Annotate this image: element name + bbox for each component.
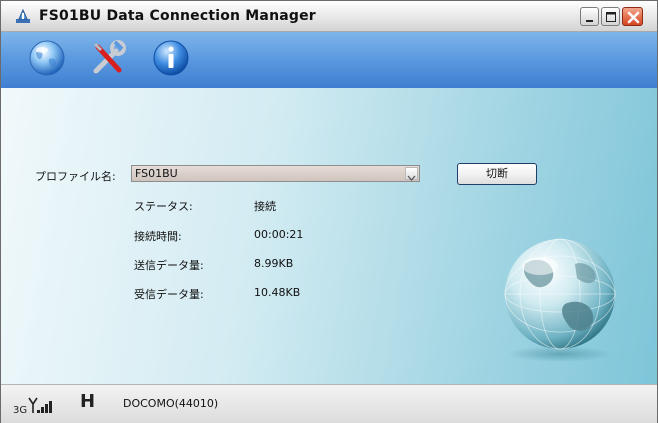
info-icon[interactable] bbox=[151, 38, 191, 78]
status-label: ステータス: bbox=[134, 200, 193, 213]
status-bar: 3G H DOCOMO(44010) bbox=[1, 384, 657, 423]
globe-icon[interactable] bbox=[27, 38, 67, 78]
received-data-value: 10.48KB bbox=[254, 286, 301, 299]
window-title: FS01BU Data Connection Manager bbox=[39, 8, 316, 24]
chevron-down-icon bbox=[407, 175, 416, 181]
carrier-name: DOCOMO(44010) bbox=[123, 397, 219, 410]
close-icon bbox=[627, 11, 640, 24]
app-window: FS01BU Data Connection Manager プロファイル名: … bbox=[0, 0, 658, 423]
profile-dropdown-value: FS01BU bbox=[135, 167, 178, 180]
signal-strength-icon: 3G bbox=[13, 397, 52, 416]
connection-time-label: 接続時間: bbox=[134, 230, 182, 243]
connection-panel: プロファイル名: FS01BU 切断 ステータス: 接続 接続時間: 00:00… bbox=[1, 88, 657, 384]
svg-text:3G: 3G bbox=[13, 405, 27, 416]
maximize-icon bbox=[606, 12, 616, 22]
disconnect-button[interactable]: 切断 bbox=[457, 163, 537, 185]
maximize-button[interactable] bbox=[601, 7, 620, 26]
title-bar[interactable]: FS01BU Data Connection Manager bbox=[1, 1, 657, 32]
profile-label: プロファイル名: bbox=[35, 170, 116, 183]
sent-data-label: 送信データ量: bbox=[134, 259, 204, 272]
connection-time-value: 00:00:21 bbox=[254, 228, 304, 241]
received-data-label: 受信データ量: bbox=[134, 288, 204, 301]
profile-dropdown[interactable]: FS01BU bbox=[131, 165, 420, 182]
tools-icon[interactable] bbox=[89, 38, 129, 78]
status-value: 接続 bbox=[254, 200, 276, 213]
minimize-icon bbox=[586, 20, 593, 22]
sent-data-value: 8.99KB bbox=[254, 257, 294, 270]
toolbar bbox=[1, 32, 657, 88]
close-button[interactable] bbox=[622, 7, 643, 26]
dropdown-arrow[interactable] bbox=[405, 167, 418, 181]
hspa-indicator: H bbox=[80, 391, 96, 412]
minimize-button[interactable] bbox=[580, 7, 599, 26]
app-icon bbox=[16, 8, 30, 23]
earth-globe-illustration bbox=[504, 238, 616, 362]
